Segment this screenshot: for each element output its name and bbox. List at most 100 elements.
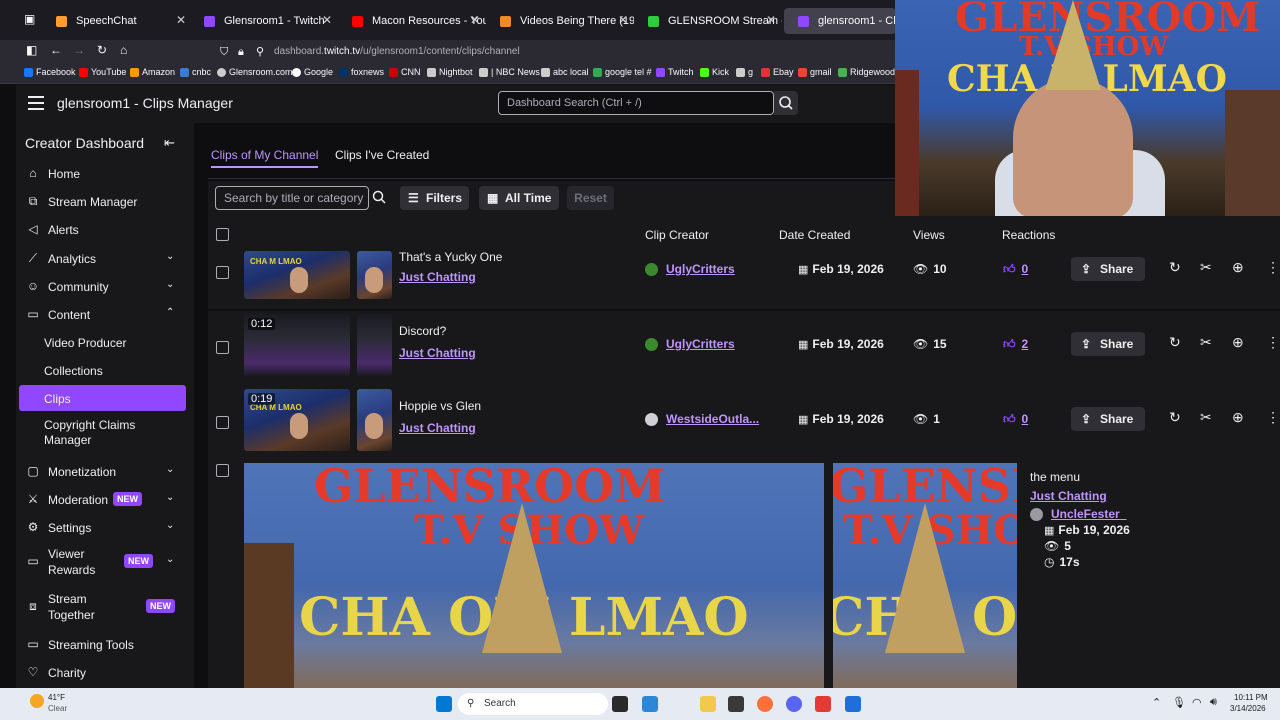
browser-tab[interactable]: GLENSROOM Stream - Watch L ✕ — [634, 8, 782, 34]
sidebar-item-stream-together[interactable]: ⧈ Stream Together NEW — [16, 588, 194, 624]
bookmark[interactable]: gmail — [798, 67, 832, 77]
refresh-icon[interactable]: ↻ — [1169, 409, 1181, 426]
tab-clips-of-my-channel[interactable]: Clips of My Channel — [211, 148, 319, 168]
browser-tab[interactable]: Macon Resources - YouTube ✕ — [338, 8, 486, 34]
dashboard-search-input[interactable]: Dashboard Search (Ctrl + /) — [498, 91, 774, 115]
more-options-icon[interactable]: ⋮ — [1266, 409, 1280, 426]
app-icon[interactable] — [815, 696, 831, 712]
clip-category-link[interactable]: Just Chatting — [399, 421, 476, 435]
forward-icon[interactable]: → — [73, 43, 85, 57]
file-explorer-icon[interactable] — [700, 696, 716, 712]
clip-reactions[interactable]: 2 — [1022, 337, 1029, 351]
scissors-icon[interactable]: ✂︎ — [1200, 259, 1212, 276]
bookmark[interactable]: Ridgewood — [838, 67, 895, 77]
home-icon[interactable]: ⌂ — [120, 43, 127, 57]
clip-title[interactable]: the menu — [1030, 470, 1080, 484]
share-button[interactable]: ⇪ Share — [1071, 257, 1145, 281]
bookmark[interactable]: | NBC News — [479, 67, 540, 77]
lock-icon[interactable]: 🔒︎ — [238, 42, 244, 62]
column-clip-creator[interactable]: Clip Creator — [645, 228, 709, 242]
clip-thumbnail[interactable]: CHA M LMAO 0:19 — [244, 389, 350, 451]
share-button[interactable]: ⇪ Share — [1071, 332, 1145, 356]
refresh-icon[interactable]: ↻ — [1169, 334, 1181, 351]
sidebar-item-analytics[interactable]: ⟋ Analytics ⌄ — [16, 245, 194, 271]
sidebar-item-monetization[interactable]: ▢ Monetization ⌄ — [16, 458, 194, 484]
bookmark[interactable]: YouTube — [79, 67, 126, 77]
search-button[interactable] — [371, 189, 387, 208]
column-reactions[interactable]: Reactions — [1002, 228, 1055, 242]
discord-icon[interactable] — [786, 696, 802, 712]
sidebar-item-viewer-rewards[interactable]: ▭ Viewer Rewards NEW ⌄ — [16, 543, 194, 579]
clip-search-input[interactable]: Search by title or category — [215, 186, 369, 210]
clip-thumbnail[interactable]: 0:12 — [244, 314, 350, 376]
collapse-sidebar-icon[interactable]: ⇤ — [164, 135, 175, 151]
weather-temp[interactable]: 41°F — [48, 693, 65, 702]
clock-date[interactable]: 3/14/2026 — [1230, 704, 1266, 713]
more-options-icon[interactable]: ⋮ — [1266, 334, 1280, 351]
share-button[interactable]: ⇪ Share — [1071, 407, 1145, 431]
clip-thumbnail-large-alt[interactable]: GLENSROOM T.V SHOW CHA OM LMAO — [833, 463, 1017, 688]
clip-creator-link[interactable]: WestsideOutla... — [666, 412, 759, 426]
bookmark[interactable]: Twitch — [656, 67, 694, 77]
scissors-icon[interactable]: ✂︎ — [1200, 334, 1212, 351]
firefox-icon[interactable] — [757, 696, 773, 712]
task-view-icon[interactable] — [612, 696, 628, 712]
sidebar-item-collections[interactable]: Collections — [16, 357, 194, 383]
bookmark[interactable]: CNN — [389, 67, 421, 77]
bookmark[interactable]: cnbc — [180, 67, 211, 77]
clip-thumbnail-large[interactable]: GLENSROOM T.V SHOW CHA OM LMAO — [244, 463, 824, 688]
clip-title[interactable]: Discord? — [399, 324, 446, 338]
close-tab-icon[interactable]: ✕ — [470, 13, 480, 27]
sidebar-item-video-producer[interactable]: Video Producer — [16, 329, 194, 355]
column-views[interactable]: Views — [913, 228, 945, 242]
table-row[interactable]: CHA M LMAO That's a Yucky One Just Chatt… — [208, 249, 1280, 309]
back-icon[interactable]: ← — [50, 43, 62, 57]
browser-tab[interactable]: SpeechChat ✕ — [42, 8, 192, 34]
shield-icon[interactable]: ⛉ — [220, 42, 228, 62]
clip-thumbnail-alt[interactable] — [357, 389, 392, 451]
tray-chevron-icon[interactable]: ⌃ — [1152, 696, 1161, 709]
bookmark[interactable]: google tel # — [593, 67, 652, 77]
permissions-icon[interactable]: ⚲ — [256, 42, 264, 62]
sidebar-item-alerts[interactable]: ◁ Alerts — [16, 216, 194, 242]
refresh-icon[interactable]: ↻ — [1169, 259, 1181, 276]
bookmark[interactable]: Google — [292, 67, 333, 77]
add-icon[interactable]: ⊕ — [1232, 409, 1244, 426]
close-tab-icon[interactable]: ✕ — [322, 13, 332, 27]
tab-overview-icon[interactable]: ▣ — [24, 12, 35, 26]
tab-clips-ive-created[interactable]: Clips I've Created — [335, 148, 429, 162]
reload-icon[interactable]: ↻ — [97, 43, 107, 57]
search-button[interactable] — [774, 91, 798, 115]
row-checkbox[interactable] — [216, 416, 229, 429]
sidebar-item-copyright-claims[interactable]: Copyright Claims Manager — [16, 415, 194, 449]
bookmark[interactable]: Nightbot — [427, 67, 473, 77]
row-checkbox[interactable] — [216, 341, 229, 354]
app-icon[interactable] — [845, 696, 861, 712]
time-range-button[interactable]: ▦ All Time — [479, 186, 559, 210]
bookmark[interactable]: foxnews — [339, 67, 384, 77]
sidebar-item-stream-manager[interactable]: ⧉ Stream Manager — [16, 188, 194, 214]
table-row-expanded[interactable]: GLENSROOM T.V SHOW CHA OM LMAO GLENSROOM… — [208, 460, 1280, 688]
weather-desc[interactable]: Clear — [48, 704, 67, 713]
bookmark[interactable]: Ebay — [761, 67, 794, 77]
sidebar-item-home[interactable]: ⌂ Home — [16, 160, 194, 186]
clip-category-link[interactable]: Just Chatting — [1030, 489, 1107, 503]
clock-time[interactable]: 10:11 PM — [1234, 693, 1268, 702]
clip-category-link[interactable]: Just Chatting — [399, 346, 476, 360]
app-icon[interactable] — [642, 696, 658, 712]
clip-category-link[interactable]: Just Chatting — [399, 270, 476, 284]
add-icon[interactable]: ⊕ — [1232, 334, 1244, 351]
clip-creator-link[interactable]: UncleFester_ — [1051, 507, 1126, 521]
bookmark[interactable]: Kick — [700, 67, 729, 77]
clip-title[interactable]: Hoppie vs Glen — [399, 399, 481, 413]
close-tab-icon[interactable]: ✕ — [766, 13, 776, 27]
close-tab-icon[interactable]: ✕ — [176, 13, 186, 27]
microphone-icon[interactable]: 🎙︎ — [1172, 696, 1186, 709]
clip-thumbnail[interactable]: CHA M LMAO — [244, 251, 350, 299]
filters-button[interactable]: ☰ Filters — [400, 186, 469, 210]
sidebar-item-moderation[interactable]: ⚔︎ Moderation NEW ⌄ — [16, 486, 194, 512]
bookmark[interactable]: abc local — [541, 67, 589, 77]
clip-reactions[interactable]: 0 — [1022, 412, 1029, 426]
sidebar-item-streaming-tools[interactable]: ▭ Streaming Tools — [16, 631, 194, 657]
network-icon[interactable]: ◠ — [1192, 696, 1202, 709]
